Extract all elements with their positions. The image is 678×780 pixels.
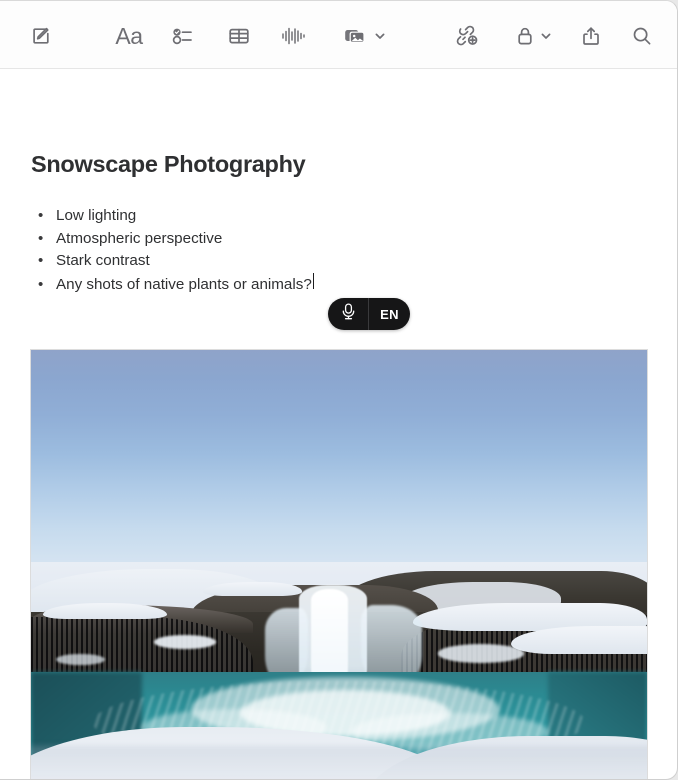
text-cursor [312, 272, 315, 289]
bullet-icon: • [38, 207, 44, 224]
table-icon [227, 25, 251, 47]
bullet-icon: • [38, 229, 44, 247]
notes-window: Aa Snowscape Photography • Low lighting … [0, 0, 678, 780]
checklist-icon [171, 25, 195, 47]
share-button[interactable] [574, 19, 608, 53]
bullet-icon: • [38, 275, 44, 293]
bullet-icon: • [38, 252, 44, 270]
photo-snowcap [203, 582, 303, 597]
list-item-label: Stark contrast [56, 252, 150, 270]
list-item[interactable]: • Low lighting [38, 205, 598, 228]
media-button[interactable] [338, 19, 390, 53]
checklist-button[interactable] [166, 19, 200, 53]
dictation-popup[interactable]: EN [328, 298, 410, 330]
page-title: Snowscape Photography [31, 151, 306, 177]
list-item-label: Atmospheric perspective [56, 229, 223, 247]
dictation-language-button[interactable]: EN [369, 298, 410, 330]
list-item-label: Low lighting [56, 207, 137, 224]
photo-snow-patch [154, 635, 216, 649]
media-photo-icon [343, 25, 369, 47]
search-button[interactable] [625, 19, 659, 53]
compose-note-button[interactable] [24, 19, 58, 53]
list-item-active[interactable]: • Any shots of native plants or animals? [38, 272, 598, 296]
lock-button[interactable] [508, 19, 558, 53]
photo-snowcap [43, 603, 167, 619]
toolbar: Aa [0, 1, 677, 69]
compose-icon [30, 25, 52, 47]
table-button[interactable] [222, 19, 256, 53]
dictation-microphone-button[interactable] [328, 298, 369, 330]
add-link-button[interactable] [450, 19, 484, 53]
note-image-attachment[interactable] [30, 349, 648, 779]
search-icon [631, 25, 653, 47]
aa-icon: Aa [115, 22, 143, 49]
list-item[interactable]: • Stark contrast [38, 250, 598, 273]
audio-button[interactable] [276, 19, 310, 53]
photo-snow-patch [55, 653, 105, 666]
lock-icon [515, 25, 535, 47]
bullet-list[interactable]: • Low lighting • Atmospheric perspective… [38, 205, 598, 295]
link-plus-icon [454, 25, 480, 47]
list-item-label: Any shots of native plants or animals? [56, 275, 312, 293]
photo-foreground-shade [31, 745, 647, 779]
list-item[interactable]: • Atmospheric perspective [38, 228, 598, 251]
photo-snow-patch [437, 644, 524, 663]
snowscape-photo [31, 350, 647, 779]
waveform-icon [280, 25, 306, 47]
format-button[interactable]: Aa [112, 19, 146, 53]
share-icon [580, 25, 602, 47]
photo-sky [31, 350, 647, 580]
chevron-down-icon [540, 30, 552, 42]
microphone-icon [340, 302, 357, 326]
chevron-down-icon [374, 30, 386, 42]
